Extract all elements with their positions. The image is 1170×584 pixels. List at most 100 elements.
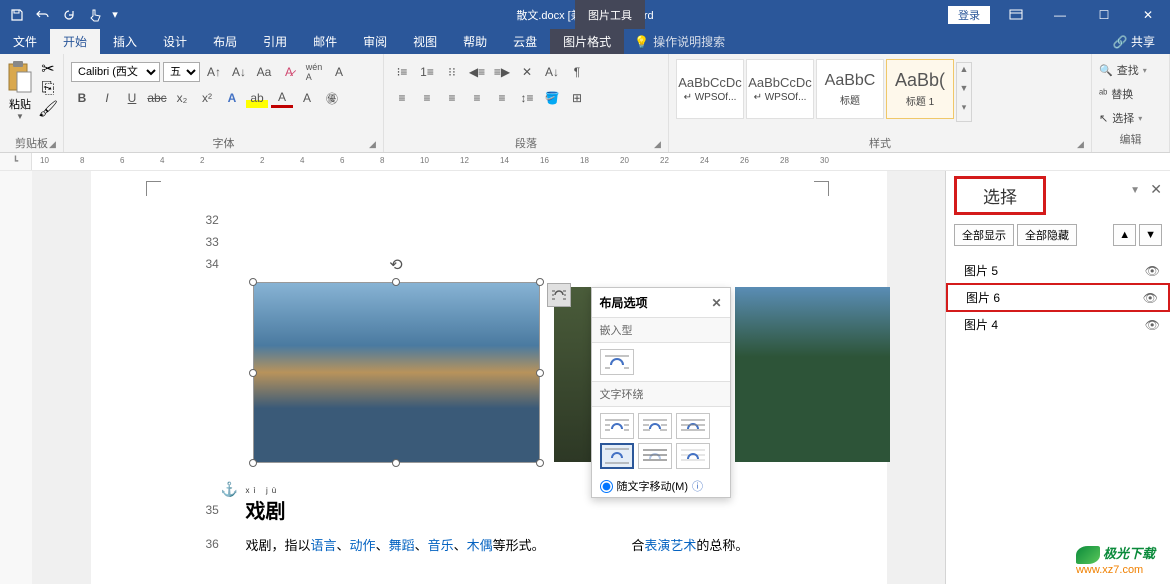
tab-mailings[interactable]: 邮件 (300, 29, 350, 54)
minimize-button[interactable]: — (1038, 0, 1082, 29)
show-all-button[interactable]: 全部显示 (954, 224, 1014, 246)
resize-handle-e[interactable] (536, 369, 544, 377)
pane-dropdown-arrow[interactable]: ▼ (1130, 185, 1140, 196)
replace-button[interactable]: ᵃᵇ替换 (1099, 83, 1162, 105)
highlight-button[interactable]: ab (246, 88, 268, 108)
tab-selector[interactable]: ┗ (0, 153, 32, 170)
share-button[interactable]: 🔗 共享 (1113, 33, 1170, 50)
clipboard-launcher[interactable]: ◢ (49, 139, 61, 151)
font-launcher[interactable]: ◢ (369, 139, 381, 151)
resize-handle-sw[interactable] (249, 459, 257, 467)
tab-home[interactable]: 开始 (50, 29, 100, 54)
cut-button[interactable]: ✂ (38, 60, 58, 78)
align-center-button[interactable]: ≡ (416, 88, 438, 108)
ribbon-display-options[interactable] (994, 0, 1038, 29)
decrease-font-button[interactable]: A↓ (228, 62, 250, 82)
layout-front[interactable] (676, 443, 710, 469)
undo-button[interactable] (30, 2, 56, 27)
resize-handle-s[interactable] (392, 459, 400, 467)
font-color-button[interactable]: A (271, 88, 293, 108)
underline-button[interactable]: U (121, 88, 143, 108)
align-right-button[interactable]: ≡ (441, 88, 463, 108)
bold-button[interactable]: B (71, 88, 93, 108)
send-backward-button[interactable]: ▼ (1139, 224, 1162, 246)
styles-launcher[interactable]: ◢ (1077, 139, 1089, 151)
layout-inline[interactable] (600, 349, 634, 375)
layout-behind[interactable] (638, 443, 672, 469)
strikethrough-button[interactable]: abc (146, 88, 168, 108)
paste-button[interactable]: 粘贴 ▼ (5, 56, 35, 121)
italic-button[interactable]: I (96, 88, 118, 108)
horizontal-ruler[interactable]: 108642 24681012141618202224262830 (32, 153, 1170, 170)
sort-button[interactable]: A↓ (541, 62, 563, 82)
style-wpsof-1[interactable]: AaBbCcDc↵ WPSOf... (676, 59, 744, 119)
layout-tight[interactable] (638, 413, 672, 439)
object-item-pic6[interactable]: 图片 6👁 (946, 283, 1170, 312)
align-left-button[interactable]: ≡ (391, 88, 413, 108)
hide-all-button[interactable]: 全部隐藏 (1017, 224, 1077, 246)
increase-indent-button[interactable]: ≡▶ (491, 62, 513, 82)
format-painter-button[interactable]: 🖌 (38, 100, 58, 118)
redo-button[interactable] (56, 2, 82, 27)
touch-mode-button[interactable] (82, 2, 108, 27)
justify-button[interactable]: ≡ (466, 88, 488, 108)
asian-layout-button[interactable]: ✕ (516, 62, 538, 82)
multilevel-list-button[interactable]: ⁝⁝ (441, 62, 463, 82)
object-item-pic5[interactable]: 图片 5👁 (946, 258, 1170, 283)
visibility-toggle[interactable]: 👁 (1145, 264, 1160, 278)
tell-me-search[interactable]: 💡 操作说明搜索 (624, 33, 725, 50)
vertical-ruler[interactable] (0, 171, 32, 584)
bring-forward-button[interactable]: ▲ (1113, 224, 1136, 246)
tab-insert[interactable]: 插入 (100, 29, 150, 54)
style-gallery-more[interactable]: ▲▼▾ (956, 62, 972, 122)
layout-through[interactable] (676, 413, 710, 439)
show-hide-marks-button[interactable]: ¶ (566, 62, 588, 82)
login-button[interactable]: 登录 (948, 6, 990, 24)
tab-references[interactable]: 引用 (250, 29, 300, 54)
tab-help[interactable]: 帮助 (450, 29, 500, 54)
phonetic-guide-button[interactable]: wénA (303, 62, 325, 82)
tab-layout[interactable]: 布局 (200, 29, 250, 54)
superscript-button[interactable]: x² (196, 88, 218, 108)
maximize-button[interactable]: ☐ (1082, 0, 1126, 29)
selected-image[interactable]: ⟲ (253, 282, 540, 463)
clear-format-button[interactable]: A̷ (278, 62, 300, 82)
resize-handle-n[interactable] (392, 278, 400, 286)
font-name-select[interactable]: Calibri (西文 (71, 62, 160, 82)
font-size-select[interactable]: 五号 (163, 62, 200, 82)
enclose-char-button[interactable]: ㊝ (321, 88, 343, 108)
layout-options-button[interactable] (547, 283, 571, 307)
resize-handle-nw[interactable] (249, 278, 257, 286)
char-border-button[interactable]: A (328, 62, 350, 82)
tab-design[interactable]: 设计 (150, 29, 200, 54)
paragraph-launcher[interactable]: ◢ (654, 139, 666, 151)
object-item-pic4[interactable]: 图片 4👁 (946, 312, 1170, 337)
qat-customize-dropdown[interactable]: ▾ (108, 2, 122, 27)
visibility-toggle[interactable]: 👁 (1145, 318, 1160, 332)
info-icon[interactable]: ⓘ (692, 478, 703, 494)
resize-handle-se[interactable] (536, 459, 544, 467)
bullets-button[interactable]: ⁝≡ (391, 62, 413, 82)
close-popup-button[interactable]: ✕ (711, 296, 721, 310)
tab-picture-format[interactable]: 图片格式 (550, 29, 624, 54)
borders-button[interactable]: ⊞ (566, 88, 588, 108)
change-case-button[interactable]: Aa (253, 62, 275, 82)
tab-review[interactable]: 审阅 (350, 29, 400, 54)
layout-topbottom[interactable] (600, 443, 634, 469)
style-heading1[interactable]: AaBb(标题 1 (886, 59, 954, 119)
image-behind-2[interactable] (735, 287, 890, 462)
save-button[interactable] (4, 2, 30, 27)
tab-file[interactable]: 文件 (0, 29, 50, 54)
text-effects-button[interactable]: A (221, 88, 243, 108)
increase-font-button[interactable]: A↑ (203, 62, 225, 82)
visibility-toggle[interactable]: 👁 (1143, 291, 1158, 305)
layout-square[interactable] (600, 413, 634, 439)
tab-view[interactable]: 视图 (400, 29, 450, 54)
copy-button[interactable]: ⎘ (38, 80, 58, 98)
decrease-indent-button[interactable]: ◀≡ (466, 62, 488, 82)
distributed-button[interactable]: ≡ (491, 88, 513, 108)
numbering-button[interactable]: 1≡ (416, 62, 438, 82)
tab-cloud[interactable]: 云盘 (500, 29, 550, 54)
char-shading-button[interactable]: A (296, 88, 318, 108)
style-title[interactable]: AaBbC标题 (816, 59, 884, 119)
